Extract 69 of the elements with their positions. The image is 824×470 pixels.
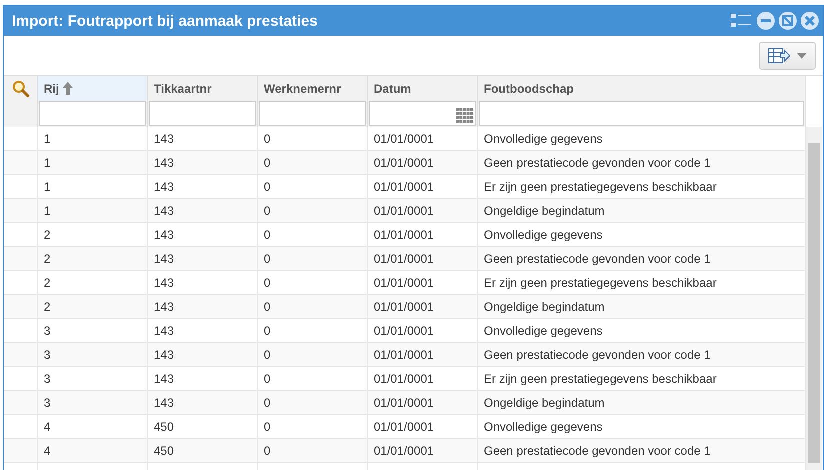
table-cell: 143 bbox=[148, 391, 258, 415]
sort-ascending-icon bbox=[63, 82, 74, 95]
column-label: Werknemernr bbox=[264, 82, 342, 96]
table-cell: 1 bbox=[38, 151, 148, 175]
table-cell: 3 bbox=[38, 343, 148, 367]
export-button[interactable] bbox=[759, 42, 816, 70]
table-cell: 0 bbox=[258, 247, 368, 271]
filter-field[interactable] bbox=[39, 101, 146, 126]
table-cell: 1 bbox=[38, 199, 148, 223]
calendar-icon[interactable] bbox=[456, 108, 474, 124]
table-export-icon bbox=[768, 46, 790, 64]
row-selector-cell[interactable] bbox=[4, 247, 38, 271]
table-cell: Ongeldige begindatum bbox=[478, 391, 806, 415]
table-cell: Geen prestatiecode gevonden voor code 1 bbox=[478, 247, 806, 271]
window-title: Import: Foutrapport bij aanmaak prestaties bbox=[12, 12, 319, 30]
table-cell: 01/01/0001 bbox=[368, 247, 478, 271]
filter-field[interactable] bbox=[479, 101, 804, 126]
filter-field[interactable] bbox=[259, 101, 366, 126]
table-cell: 2 bbox=[38, 247, 148, 271]
table-cell: Ongeldige begindatum bbox=[478, 295, 806, 319]
row-selector-cell[interactable] bbox=[4, 343, 38, 367]
row-selector-cell[interactable] bbox=[4, 295, 38, 319]
table-cell: 3 bbox=[38, 391, 148, 415]
minimize-icon[interactable] bbox=[757, 12, 775, 30]
table-cell: 01/01/0001 bbox=[368, 391, 478, 415]
column-label: Datum bbox=[374, 82, 412, 96]
table-cell: 01/01/0001 bbox=[368, 151, 478, 175]
row-selector-cell[interactable] bbox=[4, 391, 38, 415]
row-selector-cell[interactable] bbox=[4, 439, 38, 463]
caret-icon bbox=[797, 52, 807, 58]
table-cell: 143 bbox=[148, 295, 258, 319]
column-header[interactable]: Werknemernr bbox=[258, 76, 368, 101]
row-selector-cell[interactable] bbox=[4, 151, 38, 175]
close-icon[interactable] bbox=[801, 12, 819, 30]
scrollbar[interactable] bbox=[806, 127, 822, 470]
table-cell: 143 bbox=[148, 247, 258, 271]
column-label: Rij bbox=[44, 82, 60, 96]
column-label: Foutboodschap bbox=[484, 82, 574, 96]
table-cell: 0 bbox=[258, 295, 368, 319]
table-cell: 01/01/0001 bbox=[368, 343, 478, 367]
table-cell: 143 bbox=[148, 199, 258, 223]
table-cell: 01/01/0001 bbox=[368, 199, 478, 223]
table-cell: Geen prestatiecode gevonden voor code 1 bbox=[478, 151, 806, 175]
table-cell: 143 bbox=[148, 343, 258, 367]
row-selector-cell[interactable] bbox=[4, 199, 38, 223]
table-cell: 01/01/0001 bbox=[368, 439, 478, 463]
table-cell: 0 bbox=[258, 199, 368, 223]
column-header[interactable]: Datum bbox=[368, 76, 478, 101]
table-cell: Ongeldige begindatum bbox=[478, 199, 806, 223]
maximize-icon[interactable] bbox=[779, 12, 797, 30]
column-header[interactable]: Foutboodschap bbox=[478, 76, 806, 101]
search-icon[interactable] bbox=[12, 80, 30, 98]
filter-field[interactable] bbox=[149, 101, 256, 126]
filter-field[interactable] bbox=[369, 101, 476, 126]
table-cell: 01/01/0001 bbox=[368, 295, 478, 319]
table-cell: 0 bbox=[258, 439, 368, 463]
table-cell: 0 bbox=[258, 391, 368, 415]
column-header[interactable]: Tikkaartnr bbox=[148, 76, 258, 101]
table-cell: 450 bbox=[148, 439, 258, 463]
table-cell: 0 bbox=[258, 343, 368, 367]
table-cell: 2 bbox=[38, 295, 148, 319]
column-header[interactable]: Rij bbox=[38, 76, 148, 101]
column-label: Tikkaartnr bbox=[154, 82, 212, 96]
table-cell: Geen prestatiecode gevonden voor code 1 bbox=[478, 343, 806, 367]
table-cell: 4 bbox=[38, 439, 148, 463]
table-cell: 0 bbox=[258, 151, 368, 175]
list-view-icon[interactable] bbox=[731, 13, 753, 29]
table-cell: 143 bbox=[148, 151, 258, 175]
table-cell: Geen prestatiecode gevonden voor code 1 bbox=[478, 439, 806, 463]
